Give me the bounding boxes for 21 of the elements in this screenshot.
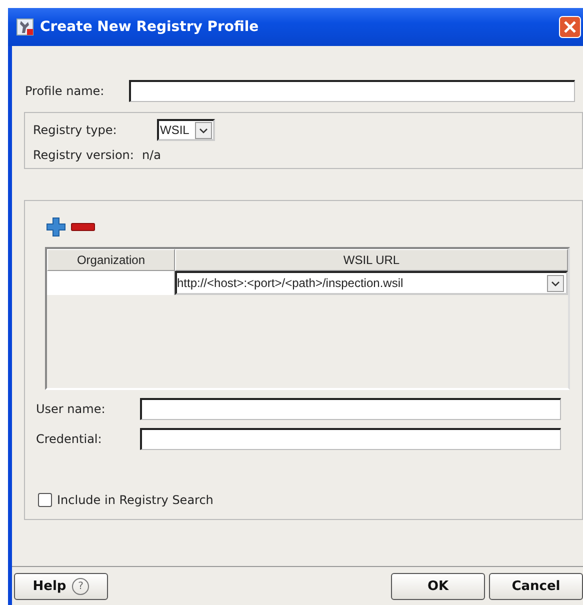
url-dropdown[interactable]: http://<host>:<port>/<path>/inspection.wsil: [175, 271, 568, 295]
column-header[interactable]: WSIL URL: [175, 249, 568, 271]
help-button[interactable]: Help ?: [14, 572, 108, 600]
checkbox-label: Include in Registry Search: [57, 493, 214, 507]
field-label: Credential:: [36, 432, 103, 446]
cancel-button[interactable]: Cancel: [489, 572, 583, 600]
field-label: Registry type:: [33, 123, 118, 137]
window-title: Create New Registry Profile: [40, 19, 259, 35]
field-label: Registry version:: [33, 148, 134, 162]
profile-name-field[interactable]: [129, 80, 575, 102]
registry-version-value: n/a: [142, 148, 161, 162]
field-label: User name:: [36, 402, 106, 416]
ok-button[interactable]: OK: [391, 572, 485, 600]
column-header[interactable]: Organization: [47, 249, 175, 271]
add-icon[interactable]: [46, 217, 66, 237]
field-label: Profile name:: [25, 84, 106, 98]
registry-type-dropdown[interactable]: WSIL: [157, 119, 215, 141]
user-name-field[interactable]: [140, 398, 561, 420]
credential-field[interactable]: [140, 428, 561, 450]
checkbox[interactable]: [38, 493, 52, 507]
close-icon[interactable]: [559, 16, 581, 38]
